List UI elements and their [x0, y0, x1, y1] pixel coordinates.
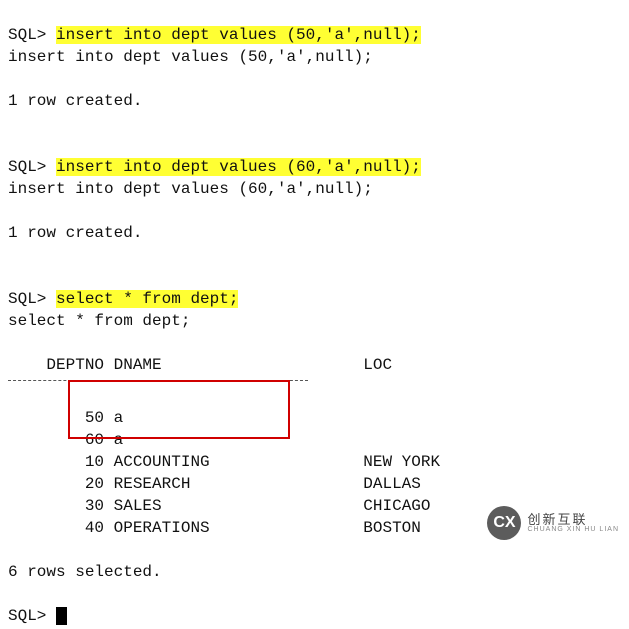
row-created-message: 1 row created.: [8, 224, 142, 242]
cell-dname: RESEARCH: [114, 475, 191, 493]
table-divider: [8, 380, 308, 381]
cell-loc: CHICAGO: [363, 497, 430, 515]
cell-dname: a: [114, 409, 124, 427]
sql-prompt: SQL>: [8, 158, 46, 176]
cell-deptno: 30: [85, 497, 104, 515]
cell-loc: NEW YORK: [363, 453, 440, 471]
sql-prompt: SQL>: [8, 26, 46, 44]
cell-dname: OPERATIONS: [114, 519, 210, 537]
sql-echo-select: select * from dept;: [8, 312, 190, 330]
sql-command-insert-50: insert into dept values (50,'a',null);: [56, 26, 421, 44]
watermark-logo: CX 创新互联 CHUANG XIN HU LIAN: [487, 506, 619, 540]
sql-echo-insert-60: insert into dept values (60,'a',null);: [8, 180, 373, 198]
sql-prompt: SQL>: [8, 290, 46, 308]
cell-loc: DALLAS: [363, 475, 421, 493]
sql-echo-insert-50: insert into dept values (50,'a',null);: [8, 48, 373, 66]
rows-selected-message: 6 rows selected.: [8, 563, 162, 581]
cell-dname: a: [114, 431, 124, 449]
cursor-icon[interactable]: [56, 607, 67, 625]
row-created-message: 1 row created.: [8, 92, 142, 110]
sql-prompt: SQL>: [8, 607, 46, 625]
logo-english: CHUANG XIN HU LIAN: [527, 526, 619, 533]
sql-command-select: select * from dept;: [56, 290, 238, 308]
sql-command-insert-60: insert into dept values (60,'a',null);: [56, 158, 421, 176]
cell-deptno: 10: [85, 453, 104, 471]
logo-badge-icon: CX: [487, 506, 521, 540]
column-header-dname: DNAME: [114, 356, 162, 374]
cell-dname: SALES: [114, 497, 162, 515]
cell-loc: BOSTON: [363, 519, 421, 537]
logo-text: 创新互联 CHUANG XIN HU LIAN: [527, 513, 619, 533]
cell-deptno: 20: [85, 475, 104, 493]
column-header-loc: LOC: [363, 356, 392, 374]
column-header-deptno: DEPTNO: [46, 356, 104, 374]
cell-dname: ACCOUNTING: [114, 453, 210, 471]
cell-deptno: 50: [85, 409, 104, 427]
logo-chinese: 创新互联: [527, 513, 619, 526]
cell-deptno: 40: [85, 519, 104, 537]
cell-deptno: 60: [85, 431, 104, 449]
